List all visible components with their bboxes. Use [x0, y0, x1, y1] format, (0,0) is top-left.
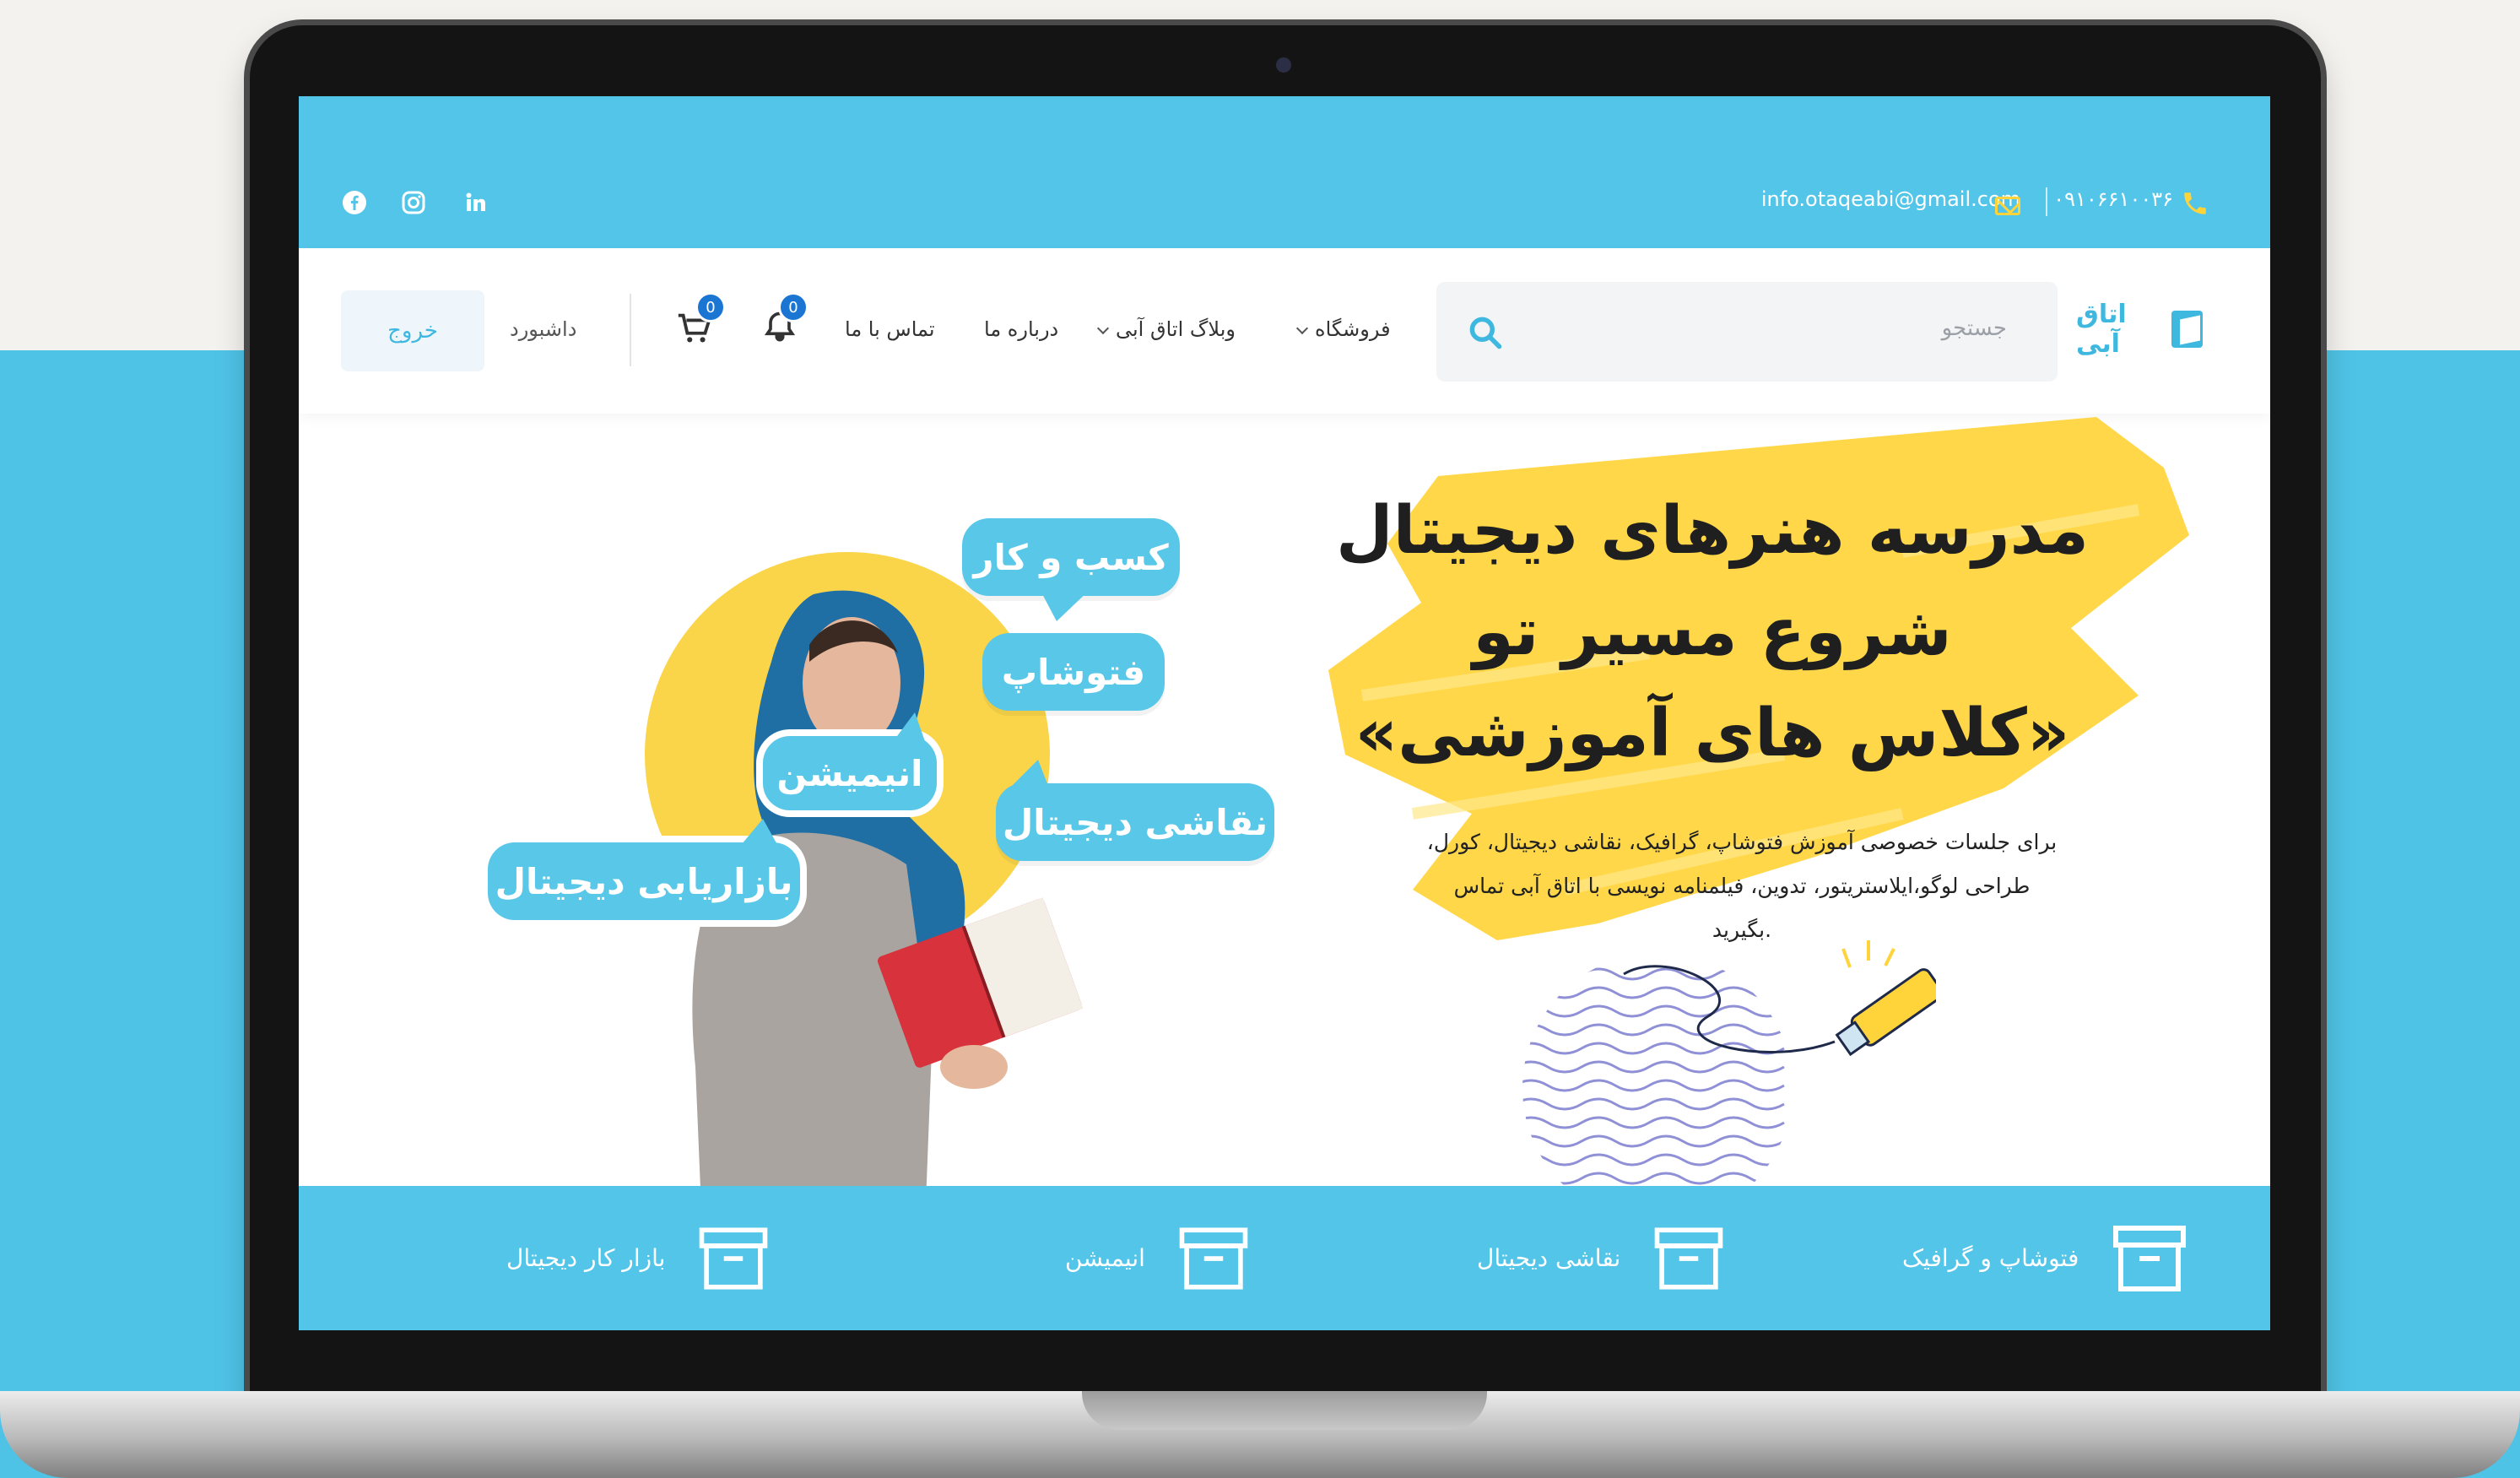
- logo-text: اتاق آبی: [2076, 300, 2127, 359]
- mail-icon: [1995, 197, 2020, 215]
- category-label: نقاشی دیجیتال: [1477, 1244, 1621, 1272]
- laptop-camera: [1276, 57, 1291, 73]
- notifications-badge: 0: [778, 292, 808, 322]
- top-contact-bar: info.otaqeabi@gmail.com ۰۹۱۰۶۶۱۰۰۳۶: [299, 96, 2270, 248]
- hero-description: برای جلسات خصوصی آموزش فتوشاپ، گرافیک، ن…: [1426, 830, 2058, 942]
- notifications-button[interactable]: 0: [754, 292, 808, 351]
- bubble-photoshop: فتوشاپ: [982, 633, 1165, 711]
- hero-title-line3: «کلاس های آموزشی»: [1355, 696, 2070, 771]
- nav-blog-label: وبلاگ اتاق آبی: [1116, 317, 1236, 341]
- archive-box-icon: [2113, 1225, 2187, 1291]
- category-label: انیمیشن: [1065, 1244, 1145, 1272]
- cart-badge: 0: [695, 292, 726, 322]
- archive-box-icon: [700, 1226, 768, 1290]
- chevron-down-icon: [1295, 322, 1309, 335]
- logo-mark-icon: [2171, 311, 2203, 348]
- bubble-digital-marketing-tail: [738, 819, 780, 849]
- chevron-down-icon: [1096, 322, 1110, 335]
- bubble-animation-tail: [890, 712, 927, 746]
- facebook-icon[interactable]: [339, 187, 370, 218]
- contact-email[interactable]: info.otaqeabi@gmail.com: [1717, 187, 2020, 211]
- category-bar: فتوشاپ و گرافیک نقاشی دیجیتال انیمیشن با…: [299, 1186, 2270, 1330]
- nav-contact[interactable]: تماس با ما: [845, 317, 935, 341]
- category-digital-job-market[interactable]: بازار کار دیجیتال: [506, 1186, 771, 1330]
- search-placeholder: جستجو: [1941, 316, 2007, 341]
- hero-title-line2: شروع مسیر تو: [1473, 594, 1952, 670]
- pen-wave-illustration: [1522, 940, 1936, 1185]
- category-animation[interactable]: انیمیشن: [1065, 1186, 1252, 1330]
- dashboard-link[interactable]: داشبورد: [510, 317, 576, 341]
- archive-box-icon: [1179, 1226, 1248, 1290]
- nav-about[interactable]: درباره ما: [984, 317, 1058, 341]
- nav-shop[interactable]: فروشگاه: [1295, 317, 1391, 341]
- site-logo[interactable]: اتاق آبی: [2076, 300, 2203, 359]
- bubble-animation: انیمیشن: [763, 736, 937, 810]
- category-digital-painting[interactable]: نقاشی دیجیتال: [1477, 1186, 1727, 1330]
- bubble-digital-marketing: بازاریابی دیجیتال: [488, 842, 800, 920]
- bubble-business: کسب و کار: [962, 518, 1180, 596]
- archive-box-icon: [1654, 1226, 1723, 1290]
- main-header: اتاق آبی جستجو فروشگاه وبلاگ اتاق آبی در…: [299, 248, 2270, 414]
- search-icon[interactable]: [1467, 314, 1504, 351]
- nav-shop-label: فروشگاه: [1315, 317, 1391, 341]
- linkedin-icon[interactable]: [461, 187, 491, 218]
- category-photoshop-graphics[interactable]: فتوشاپ و گرافیک: [1902, 1186, 2190, 1330]
- laptop-base-notch: [1082, 1391, 1487, 1430]
- search-input[interactable]: جستجو: [1436, 282, 2058, 382]
- topbar-divider: [2046, 187, 2047, 216]
- instagram-icon[interactable]: [398, 187, 429, 218]
- bubble-business-tail: [1040, 589, 1090, 621]
- category-label: بازار کار دیجیتال: [506, 1244, 666, 1272]
- cart-button[interactable]: 0: [670, 292, 726, 351]
- logout-button[interactable]: خروج: [341, 290, 484, 371]
- nav-blog[interactable]: وبلاگ اتاق آبی: [1096, 317, 1236, 341]
- category-label: فتوشاپ و گرافیک: [1902, 1244, 2079, 1272]
- bubble-digital-painting-tail: [1008, 760, 1050, 790]
- website-screen: info.otaqeabi@gmail.com ۰۹۱۰۶۶۱۰۰۳۶ اتاق…: [299, 96, 2270, 1330]
- phone-icon: [2184, 192, 2206, 214]
- hero-title-line1: مدرسه هنرهای دیجیتال: [1335, 493, 2090, 569]
- bubble-digital-painting: نقاشی دیجیتال: [996, 783, 1274, 861]
- header-divider: [630, 294, 631, 366]
